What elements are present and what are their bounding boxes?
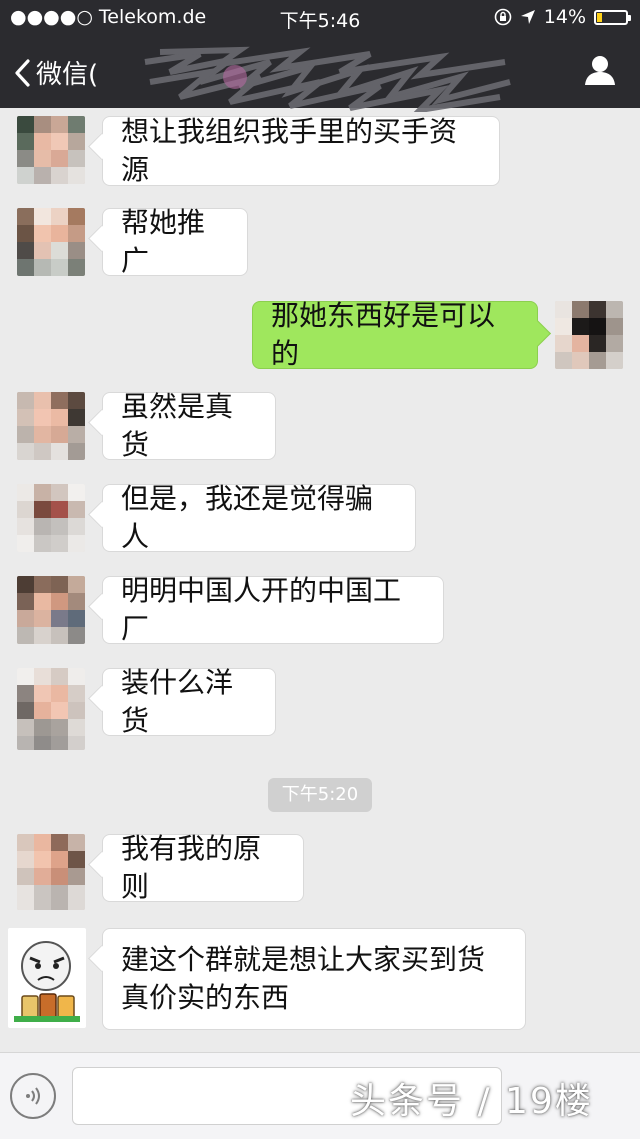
- message-bubble[interactable]: 但是，我还是觉得骗人: [102, 482, 416, 553]
- status-right: 14%: [494, 6, 631, 28]
- chat-header: 微信(: [0, 34, 640, 112]
- message-row: 建这个群就是想让大家买到货真价实的东西: [0, 920, 640, 1050]
- chevron-left-icon: [15, 58, 30, 87]
- message-bubble[interactable]: 建这个群就是想让大家买到货真价实的东西: [102, 928, 526, 1030]
- avatar[interactable]: [17, 208, 85, 276]
- message-bubble[interactable]: 我有我的原则: [102, 832, 304, 903]
- battery-icon: [594, 9, 631, 25]
- message-bubble[interactable]: 虽然是真货: [102, 390, 276, 461]
- avatar[interactable]: [17, 668, 85, 750]
- message-row: 那她东西好是可以的: [0, 293, 640, 373]
- message-row: 虽然是真货: [0, 384, 640, 464]
- message-row: 装什么洋货: [0, 660, 640, 760]
- message-bubble[interactable]: 明明中国人开的中国工厂: [102, 574, 444, 645]
- message-bubble[interactable]: 装什么洋货: [102, 666, 276, 737]
- message-bubble[interactable]: 帮她推广: [102, 206, 248, 277]
- avatar[interactable]: [17, 576, 85, 644]
- voice-input-button[interactable]: [10, 1073, 56, 1119]
- watermark: 头条号 / 19楼: [350, 1081, 593, 1122]
- chat-info-button[interactable]: [584, 54, 616, 86]
- message-row: 想让我组织我手里的买手资源: [0, 108, 640, 188]
- battery-percent: 14%: [543, 6, 586, 28]
- back-label: 微信(: [36, 60, 99, 90]
- avatar[interactable]: [17, 116, 85, 184]
- status-bar: ●●●●○ Telekom.de 下午5:46 14%: [0, 0, 640, 34]
- message-bubble[interactable]: 想让我组织我手里的买手资源: [102, 115, 500, 186]
- message-row: 我有我的原则: [0, 828, 640, 918]
- message-row: 明明中国人开的中国工厂: [0, 568, 640, 648]
- chat-messages[interactable]: 想让我组织我手里的买手资源 帮她推广 那她东西好是可以的 虽然是真货 但是，我还…: [0, 108, 640, 1052]
- redacted-chat-title: [144, 46, 511, 112]
- avatar[interactable]: [17, 834, 85, 910]
- location-arrow-icon: [520, 10, 535, 24]
- my-avatar[interactable]: [555, 301, 623, 369]
- voice-icon: [26, 1087, 40, 1105]
- message-timestamp: 下午5:20: [268, 778, 372, 812]
- back-button[interactable]: 微信(: [14, 54, 98, 91]
- avatar[interactable]: [8, 928, 86, 1028]
- message-row: 帮她推广: [0, 200, 640, 280]
- avatar[interactable]: [17, 484, 85, 552]
- message-row: 但是，我还是觉得骗人: [0, 476, 640, 556]
- rotation-lock-icon: [494, 8, 512, 26]
- avatar[interactable]: [17, 392, 85, 460]
- message-bubble-sent[interactable]: 那她东西好是可以的: [252, 299, 538, 370]
